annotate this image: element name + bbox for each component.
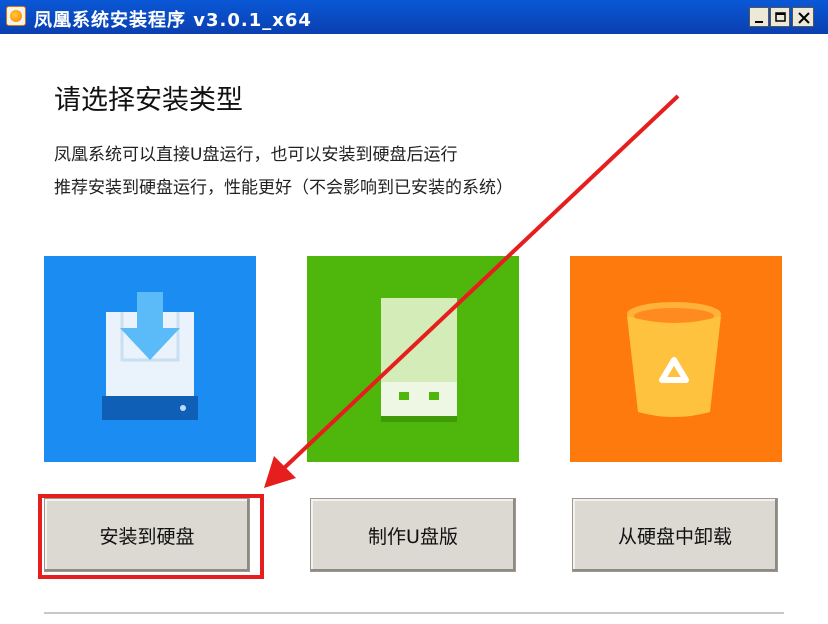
bottom-divider [44, 612, 784, 614]
red-arrow-annotation [264, 94, 680, 488]
